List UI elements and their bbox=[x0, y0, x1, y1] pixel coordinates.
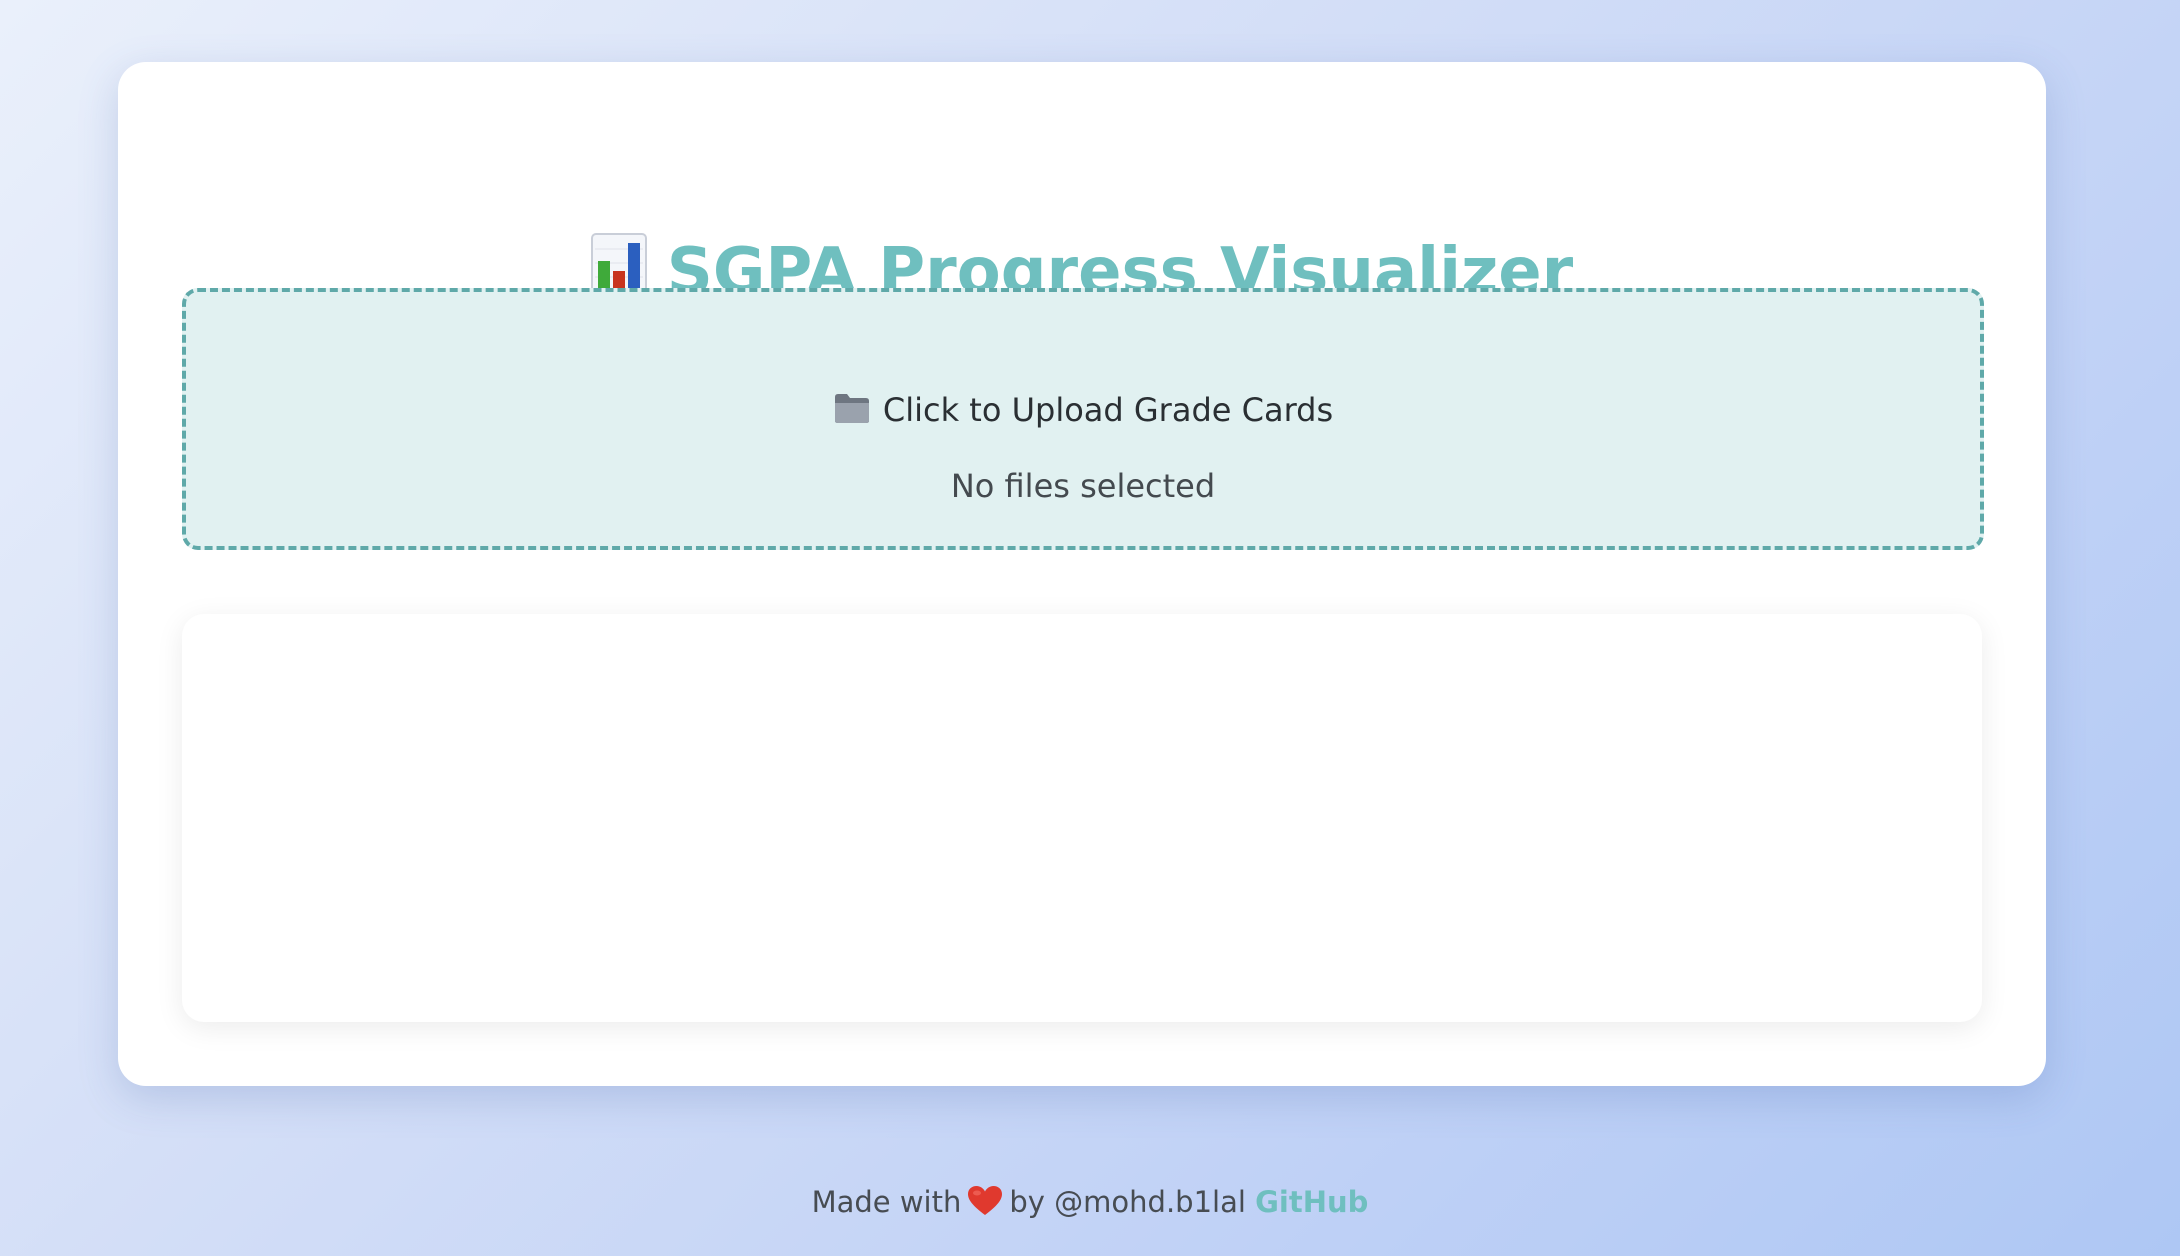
footer-made-with: Made with bbox=[811, 1185, 962, 1219]
upload-label-text: Click to Upload Grade Cards bbox=[882, 391, 1334, 429]
upload-label[interactable]: Click to Upload Grade Cards bbox=[186, 388, 1980, 432]
main-card: SGPA Progress Visualizer Click to Upload… bbox=[118, 62, 2046, 1086]
folder-icon bbox=[834, 394, 869, 423]
github-link[interactable]: GitHub bbox=[1255, 1185, 1368, 1219]
footer: Made with by @mohd.b1lal GitHub bbox=[0, 1180, 2180, 1224]
upload-dropzone[interactable]: Click to Upload Grade Cards No files sel… bbox=[182, 288, 1984, 550]
chart-panel bbox=[182, 614, 1982, 1022]
footer-by: by @mohd.b1lal bbox=[1009, 1185, 1246, 1219]
heart-icon bbox=[968, 1186, 1003, 1215]
file-status: No files selected bbox=[950, 467, 1216, 505]
